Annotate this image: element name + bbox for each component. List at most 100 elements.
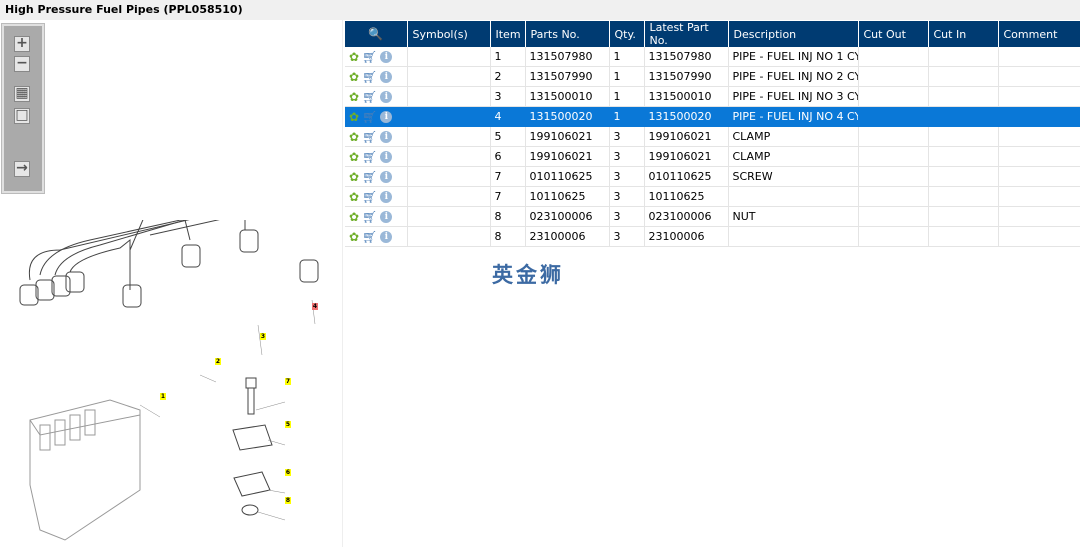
cut-in-cell xyxy=(928,166,999,187)
row-actions: ✿ 🛒︎ i xyxy=(345,126,408,147)
row-actions: ✿ 🛒︎ i xyxy=(345,206,408,227)
callout-7[interactable]: 7 xyxy=(285,378,291,385)
table-row[interactable]: ✿ 🛒︎ i 8 023100006 3 023100006 NUT xyxy=(345,206,1080,227)
row-actions: ✿ 🛒︎ i xyxy=(345,186,408,207)
part-cell: 199106021 xyxy=(525,146,610,167)
qty-cell: 3 xyxy=(609,166,645,187)
cut-in-cell xyxy=(928,106,999,127)
part-cell: 131500020 xyxy=(525,106,610,127)
qty-cell: 3 xyxy=(609,206,645,227)
latest-cell: 199106021 xyxy=(644,146,729,167)
row-actions: ✿ 🛒︎ i xyxy=(345,226,408,247)
cart-icon[interactable]: 🛒︎ xyxy=(362,150,377,164)
gear-icon[interactable]: ✿ xyxy=(349,150,359,164)
info-icon[interactable]: i xyxy=(380,90,393,103)
part-cell: 131507980 xyxy=(525,47,610,67)
row-actions: ✿ 🛒︎ i xyxy=(345,106,408,127)
qty-cell: 3 xyxy=(609,186,645,207)
export-button[interactable]: → xyxy=(14,161,30,177)
cart-icon[interactable]: 🛒︎ xyxy=(362,170,377,184)
window-title: High Pressure Fuel Pipes (PPL058510) xyxy=(0,0,1080,20)
comment-cell xyxy=(998,86,1080,107)
callout-6[interactable]: 6 xyxy=(285,469,291,476)
table-row[interactable]: ✿ 🛒︎ i 1 131507980 1 131507980 PIPE - FUEL INJ … xyxy=(345,47,1080,67)
column-header[interactable]: Cut Out xyxy=(858,21,929,47)
cut-in-cell xyxy=(928,206,999,227)
gear-icon[interactable]: ✿ xyxy=(349,210,359,224)
cut-out-cell xyxy=(858,126,929,147)
info-icon[interactable]: i xyxy=(380,150,393,163)
cart-icon[interactable]: 🛒︎ xyxy=(362,90,377,104)
latest-cell: 199106021 xyxy=(644,126,729,147)
symbol-cell xyxy=(407,166,491,187)
gear-icon[interactable]: ✿ xyxy=(349,70,359,84)
fit-all-button[interactable]: ▦ xyxy=(14,86,30,102)
column-header[interactable]: Description xyxy=(728,21,859,47)
column-header[interactable]: Latest Part No. xyxy=(644,21,729,47)
zoom-in-button[interactable]: + xyxy=(14,36,30,52)
table-row[interactable]: ✿ 🛒︎ i 7 10110625 3 10110625 xyxy=(345,186,1080,207)
gear-icon[interactable]: ✿ xyxy=(349,110,359,124)
gear-icon[interactable]: ✿ xyxy=(349,130,359,144)
column-header[interactable]: Parts No. xyxy=(525,21,610,47)
gear-icon[interactable]: ✿ xyxy=(349,90,359,104)
callout-8[interactable]: 8 xyxy=(285,497,291,504)
gear-icon[interactable]: ✿ xyxy=(349,230,359,244)
desc-cell: PIPE - FUEL INJ NO 3 CYL xyxy=(728,86,859,107)
cut-out-cell xyxy=(858,226,929,247)
zoom-out-button[interactable]: − xyxy=(14,56,30,72)
callout-5[interactable]: 5 xyxy=(285,421,291,428)
part-cell: 199106021 xyxy=(525,126,610,147)
part-cell: 131507990 xyxy=(525,66,610,87)
latest-cell: 10110625 xyxy=(644,186,729,207)
cart-icon[interactable]: 🛒︎ xyxy=(362,110,377,124)
callout-1[interactable]: 1 xyxy=(160,393,166,400)
column-header[interactable]: Cut In xyxy=(928,21,999,47)
info-icon[interactable]: i xyxy=(380,50,393,63)
export-icon: → xyxy=(16,160,28,176)
info-icon[interactable]: i xyxy=(380,190,393,203)
table-row[interactable]: ✿ 🛒︎ i 2 131507990 1 131507990 PIPE - FUEL INJ … xyxy=(345,66,1080,87)
table-row[interactable]: ✿ 🛒︎ i 3 131500010 1 131500010 PIPE - FUEL INJ … xyxy=(345,86,1080,107)
table-row[interactable]: ✿ 🛒︎ i 6 199106021 3 199106021 CLAMP xyxy=(345,146,1080,167)
info-icon[interactable]: i xyxy=(380,170,393,183)
info-icon[interactable]: i xyxy=(380,210,393,223)
fit-window-button[interactable]: □ xyxy=(14,108,30,124)
column-header[interactable]: Comment xyxy=(998,21,1080,47)
viewer-toolbar: + − ▦ □ → xyxy=(1,23,45,194)
column-header[interactable]: Symbol(s) xyxy=(407,21,491,47)
cart-icon[interactable]: 🛒︎ xyxy=(362,230,377,244)
part-cell: 023100006 xyxy=(525,206,610,227)
cart-icon[interactable]: 🛒︎ xyxy=(362,70,377,84)
gear-icon[interactable]: ✿ xyxy=(349,50,359,64)
table-row[interactable]: ✿ 🛒︎ i 4 131500020 1 131500020 PIPE - FUEL INJ … xyxy=(345,106,1080,127)
column-header[interactable]: Qty. xyxy=(609,21,645,47)
table-row[interactable]: ✿ 🛒︎ i 7 010110625 3 010110625 SCREW xyxy=(345,166,1080,187)
gear-icon[interactable]: ✿ xyxy=(349,190,359,204)
callout-2[interactable]: 2 xyxy=(215,358,221,365)
table-row[interactable]: ✿ 🛒︎ i 8 23100006 3 23100006 xyxy=(345,226,1080,247)
column-search[interactable]: 🔍 xyxy=(345,21,408,47)
info-icon[interactable]: i xyxy=(380,110,393,123)
cart-icon[interactable]: 🛒︎ xyxy=(362,50,377,64)
gear-icon[interactable]: ✿ xyxy=(349,170,359,184)
info-icon[interactable]: i xyxy=(380,130,393,143)
cart-icon[interactable]: 🛒︎ xyxy=(362,190,377,204)
symbol-cell xyxy=(407,66,491,87)
info-icon[interactable]: i xyxy=(380,230,393,243)
column-header[interactable]: Item xyxy=(490,21,526,47)
cart-icon[interactable]: 🛒︎ xyxy=(362,130,377,144)
latest-cell: 23100006 xyxy=(644,226,729,247)
callout-3[interactable]: 3 xyxy=(260,333,266,340)
latest-cell: 131500020 xyxy=(644,106,729,127)
info-icon[interactable]: i xyxy=(380,70,393,83)
comment-cell xyxy=(998,126,1080,147)
comment-cell xyxy=(998,226,1080,247)
item-cell: 8 xyxy=(490,226,526,247)
comment-cell xyxy=(998,166,1080,187)
cart-icon[interactable]: 🛒︎ xyxy=(362,210,377,224)
item-cell: 8 xyxy=(490,206,526,227)
diagram-panel[interactable]: + − ▦ □ → 1 2 3 4 7 5 6 8 xyxy=(0,20,343,547)
table-row[interactable]: ✿ 🛒︎ i 5 199106021 3 199106021 CLAMP xyxy=(345,126,1080,147)
callout-4[interactable]: 4 xyxy=(312,303,318,310)
